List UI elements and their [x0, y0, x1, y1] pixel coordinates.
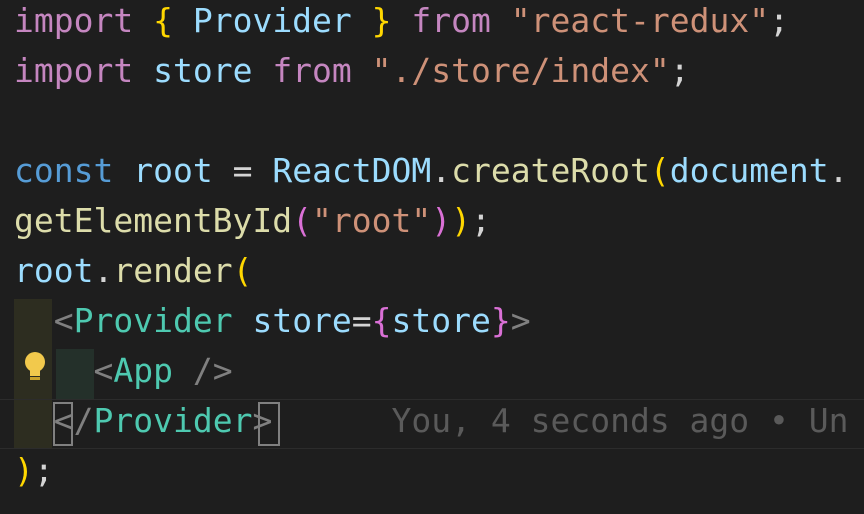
token: root: [14, 251, 94, 290]
token: >: [510, 301, 531, 340]
token: ): [14, 451, 34, 490]
token: Provider: [73, 301, 233, 340]
token: document: [669, 151, 829, 190]
token: Provider: [192, 1, 352, 40]
token: />: [192, 351, 233, 390]
token: ;: [669, 51, 690, 90]
code-line[interactable]: );: [14, 446, 54, 496]
token: >: [252, 401, 273, 440]
token: (: [232, 251, 253, 290]
token: .: [828, 151, 849, 190]
token: from: [272, 51, 352, 90]
token: store: [153, 51, 253, 90]
token: .: [431, 151, 452, 190]
token: Provider: [93, 401, 253, 440]
token: (: [292, 201, 313, 240]
token: (: [649, 151, 670, 190]
git-blame-annotation: You, 4 seconds ago • Un: [391, 401, 849, 440]
token: "react-redux": [510, 1, 770, 40]
token: const: [14, 151, 114, 190]
code-line[interactable]: import { Provider } from "react-redux";: [14, 0, 789, 46]
token: store: [252, 301, 352, 340]
token: ): [451, 201, 471, 240]
code-line[interactable]: getElementById("root"));: [14, 196, 491, 246]
code-editor[interactable]: import { Provider } from "react-redux"; …: [0, 0, 864, 514]
token: ;: [33, 451, 54, 490]
token: </: [53, 401, 94, 440]
token: ): [431, 201, 452, 240]
token: render: [113, 251, 233, 290]
token: App: [113, 351, 173, 390]
token: =: [232, 151, 253, 190]
token: ;: [471, 201, 491, 240]
token: }: [371, 1, 392, 40]
token: root: [133, 151, 213, 190]
code-line[interactable]: root.render(: [14, 246, 252, 296]
code-line[interactable]: </Provider> You, 4 seconds ago • Un: [14, 396, 849, 446]
token: import: [14, 51, 134, 90]
token: <: [93, 351, 114, 390]
token: <: [53, 301, 74, 340]
token: {: [153, 1, 173, 40]
token: getElementById: [14, 201, 293, 240]
code-line[interactable]: <Provider store={store}>: [14, 296, 531, 346]
token: {: [371, 301, 392, 340]
token: ReactDOM: [272, 151, 432, 190]
token: =: [351, 301, 372, 340]
token: }: [490, 301, 511, 340]
token: "./store/index": [371, 51, 670, 90]
token: "root": [312, 201, 432, 240]
token: .: [93, 251, 114, 290]
token: from: [411, 1, 491, 40]
code-line[interactable]: const root = ReactDOM.createRoot(documen…: [14, 146, 849, 196]
token: createRoot: [451, 151, 650, 190]
token: store: [391, 301, 491, 340]
token: ;: [769, 1, 789, 40]
lightbulb-icon[interactable]: [20, 350, 50, 384]
token: import: [14, 1, 134, 40]
code-line[interactable]: import store from "./store/index";: [14, 46, 690, 96]
